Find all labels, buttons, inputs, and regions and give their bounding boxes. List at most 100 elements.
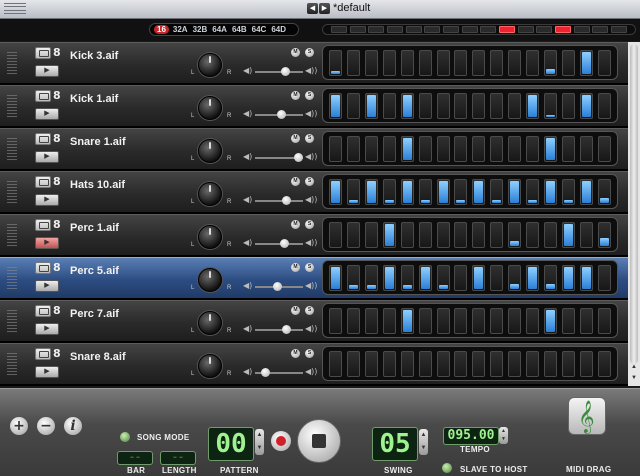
preview-play-button[interactable]: ▶ — [35, 280, 59, 292]
step-pad[interactable] — [579, 351, 593, 377]
step-pad[interactable] — [346, 93, 360, 119]
step-pad[interactable] — [597, 265, 611, 291]
step-pad[interactable] — [526, 222, 540, 248]
midi-drag-button[interactable] — [568, 397, 606, 435]
step-pad[interactable] — [346, 351, 360, 377]
step-pad[interactable] — [436, 222, 450, 248]
pan-knob[interactable] — [198, 139, 222, 163]
step-pad[interactable] — [400, 222, 414, 248]
volume-slider-thumb[interactable] — [280, 67, 290, 76]
volume-slider[interactable] — [255, 325, 303, 334]
pattern-bank-64a[interactable]: 64A — [211, 25, 228, 34]
step-pad[interactable] — [364, 93, 378, 119]
load-sample-icon[interactable] — [35, 262, 51, 274]
solo-button[interactable]: S — [305, 177, 314, 186]
step-pad[interactable] — [454, 50, 468, 76]
pattern-bank-64b[interactable]: 64B — [231, 25, 248, 34]
step-pad[interactable] — [454, 136, 468, 162]
track-drag-handle-icon[interactable] — [7, 181, 17, 203]
step-pad[interactable] — [400, 136, 414, 162]
preview-play-button[interactable]: ▶ — [35, 65, 59, 77]
step-pad[interactable] — [544, 351, 558, 377]
step-pad[interactable] — [472, 50, 486, 76]
volume-slider[interactable] — [255, 239, 303, 248]
step-pad[interactable] — [364, 265, 378, 291]
step-pad[interactable] — [400, 308, 414, 334]
step-pad[interactable] — [346, 308, 360, 334]
step-pad[interactable] — [382, 136, 396, 162]
step-pad[interactable] — [346, 265, 360, 291]
track-row[interactable]: 8 ▶ Kick 1.aif L R M S ◀) ◀)) — [0, 85, 628, 126]
mute-button[interactable]: M — [291, 91, 300, 100]
volume-slider-thumb[interactable] — [294, 153, 304, 162]
vertical-scrollbar[interactable]: ▲ ▼ — [628, 42, 640, 386]
step-pad[interactable] — [382, 222, 396, 248]
track-number-badge[interactable]: 8 — [53, 348, 62, 360]
pan-knob[interactable] — [198, 182, 222, 206]
volume-slider[interactable] — [255, 282, 303, 291]
track-drag-handle-icon[interactable] — [7, 224, 17, 246]
step-pad[interactable] — [436, 308, 450, 334]
step-pad[interactable] — [597, 93, 611, 119]
step-pad[interactable] — [364, 222, 378, 248]
volume-slider-thumb[interactable] — [277, 110, 287, 119]
step-pad[interactable] — [526, 93, 540, 119]
scroll-down-icon[interactable]: ▼ — [630, 375, 638, 384]
step-pad[interactable] — [329, 93, 342, 119]
pan-knob[interactable] — [198, 354, 222, 378]
step-pad[interactable] — [561, 308, 575, 334]
step-pad[interactable] — [436, 179, 450, 205]
stop-button[interactable] — [297, 419, 341, 463]
step-pad[interactable] — [597, 179, 611, 205]
step-pad[interactable] — [382, 308, 396, 334]
step-pad[interactable] — [508, 136, 522, 162]
solo-button[interactable]: S — [305, 349, 314, 358]
step-pad[interactable] — [329, 50, 342, 76]
step-pad[interactable] — [454, 93, 468, 119]
solo-button[interactable]: S — [305, 91, 314, 100]
step-pad[interactable] — [400, 265, 414, 291]
track-row[interactable]: 8 ▶ Hats 10.aif L R M S ◀) ◀)) — [0, 171, 628, 212]
step-pad[interactable] — [382, 93, 396, 119]
track-number-badge[interactable]: 8 — [53, 90, 62, 102]
load-sample-icon[interactable] — [35, 348, 51, 360]
song-mode-led[interactable] — [120, 432, 130, 442]
step-pad[interactable] — [508, 50, 522, 76]
step-pad[interactable] — [490, 351, 504, 377]
step-pad[interactable] — [364, 136, 378, 162]
step-pad[interactable] — [364, 308, 378, 334]
step-pad[interactable] — [544, 179, 558, 205]
volume-slider[interactable] — [255, 110, 303, 119]
solo-button[interactable]: S — [305, 220, 314, 229]
preview-play-button[interactable]: ▶ — [35, 237, 59, 249]
step-pad[interactable] — [526, 179, 540, 205]
track-number-badge[interactable]: 8 — [53, 262, 62, 274]
volume-slider[interactable] — [255, 368, 303, 377]
step-pad[interactable] — [579, 136, 593, 162]
track-row[interactable]: 8 ▶ Snare 1.aif L R M S ◀) ◀)) — [0, 128, 628, 169]
step-pad[interactable] — [329, 308, 342, 334]
step-pad[interactable] — [508, 265, 522, 291]
step-pad[interactable] — [579, 265, 593, 291]
step-pad[interactable] — [329, 179, 342, 205]
step-pad[interactable] — [472, 351, 486, 377]
pattern-bank-64c[interactable]: 64C — [251, 25, 268, 34]
step-pad[interactable] — [526, 308, 540, 334]
mute-button[interactable]: M — [291, 177, 300, 186]
step-pad[interactable] — [329, 265, 342, 291]
step-pad[interactable] — [472, 136, 486, 162]
track-number-badge[interactable]: 8 — [53, 133, 62, 145]
step-pad[interactable] — [472, 265, 486, 291]
step-pad[interactable] — [490, 265, 504, 291]
mute-button[interactable]: M — [291, 263, 300, 272]
volume-slider-thumb[interactable] — [279, 239, 289, 248]
volume-slider[interactable] — [255, 153, 304, 162]
step-pad[interactable] — [561, 222, 575, 248]
track-number-badge[interactable]: 8 — [53, 47, 62, 59]
step-pad[interactable] — [329, 136, 342, 162]
mute-button[interactable]: M — [291, 220, 300, 229]
solo-button[interactable]: S — [305, 306, 314, 315]
volume-slider-thumb[interactable] — [282, 196, 292, 205]
volume-slider-thumb[interactable] — [282, 325, 292, 334]
step-pad[interactable] — [490, 179, 504, 205]
